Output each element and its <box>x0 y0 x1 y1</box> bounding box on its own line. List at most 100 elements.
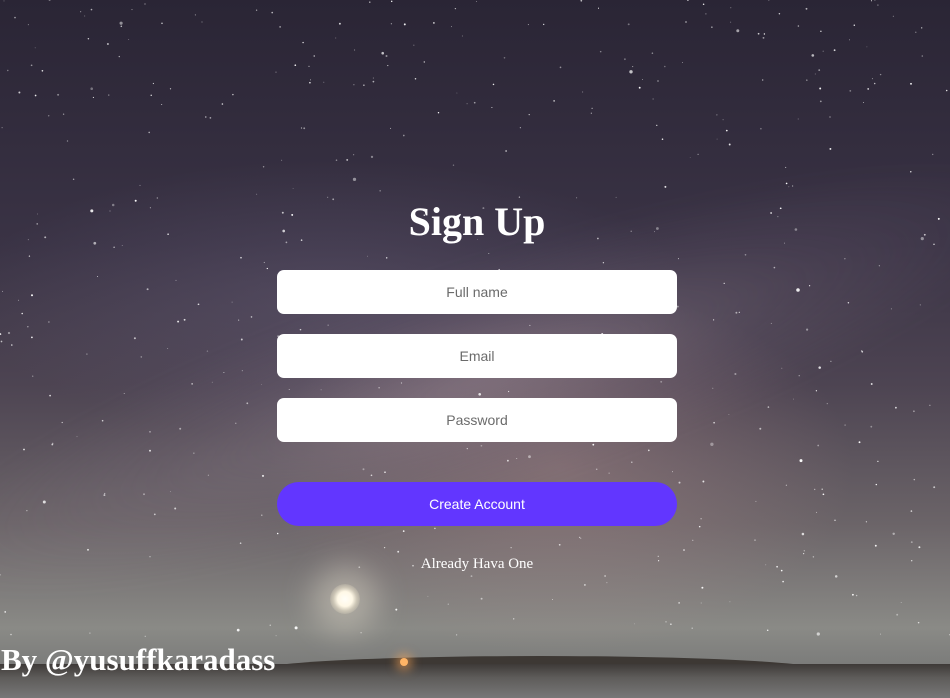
star <box>363 84 365 86</box>
email-input[interactable] <box>277 334 677 378</box>
star <box>89 632 91 634</box>
star <box>90 8 93 11</box>
star <box>627 23 630 26</box>
star <box>414 78 417 80</box>
star <box>796 288 800 292</box>
create-account-button[interactable]: Create Account <box>277 482 677 526</box>
star <box>910 82 912 85</box>
star <box>781 367 783 369</box>
star <box>149 207 151 209</box>
star <box>777 216 779 218</box>
star <box>624 58 626 61</box>
star <box>762 79 764 81</box>
star <box>352 177 357 182</box>
login-link[interactable]: Already Hava One <box>277 556 677 573</box>
star <box>505 150 507 152</box>
star <box>175 279 177 281</box>
star <box>776 565 778 568</box>
star <box>829 147 832 150</box>
star <box>140 356 143 358</box>
distant-light <box>400 658 408 666</box>
star <box>652 98 654 100</box>
star <box>294 64 297 67</box>
star <box>309 81 311 84</box>
star <box>664 185 667 188</box>
star <box>871 78 873 80</box>
star <box>656 124 658 126</box>
star <box>402 134 405 137</box>
star <box>120 25 123 28</box>
star <box>475 0 477 2</box>
author-credit: By @yusuffkaradass <box>1 642 276 677</box>
star <box>310 79 311 81</box>
star <box>221 103 224 105</box>
star <box>849 39 850 41</box>
star <box>80 11 82 13</box>
star <box>597 7 600 9</box>
star <box>275 71 277 73</box>
star <box>42 500 46 504</box>
star <box>292 188 294 189</box>
star <box>491 106 493 109</box>
star <box>874 0 876 1</box>
star <box>179 427 182 430</box>
star <box>844 258 846 260</box>
star <box>683 549 685 551</box>
star <box>48 0 51 2</box>
star <box>730 7 732 9</box>
star <box>820 30 822 32</box>
star <box>238 319 240 321</box>
star <box>97 276 99 277</box>
star <box>473 101 476 104</box>
signup-form: Sign Up Create Account Already Hava One <box>277 196 677 573</box>
star <box>61 421 63 424</box>
star <box>773 266 776 269</box>
star <box>716 138 718 140</box>
page-title: Sign Up <box>408 199 546 244</box>
star <box>119 21 123 25</box>
star <box>313 55 315 57</box>
star <box>867 87 870 90</box>
star <box>921 27 923 29</box>
star <box>821 488 823 491</box>
star <box>31 336 33 339</box>
star <box>281 159 283 161</box>
star <box>710 442 714 446</box>
star <box>915 31 917 33</box>
star <box>767 406 770 408</box>
star <box>62 113 65 115</box>
star <box>527 24 529 26</box>
star <box>910 559 913 562</box>
star <box>183 318 186 321</box>
star <box>913 478 916 481</box>
star <box>23 448 25 451</box>
star <box>877 460 879 463</box>
star <box>308 65 310 68</box>
star <box>256 193 258 195</box>
star <box>685 21 687 23</box>
star <box>762 36 765 39</box>
star <box>819 87 822 90</box>
star <box>246 402 249 405</box>
star <box>700 602 702 604</box>
star <box>207 474 210 476</box>
star <box>811 54 815 57</box>
star <box>826 403 828 405</box>
star <box>785 484 788 486</box>
star <box>390 127 392 129</box>
full-name-input[interactable] <box>277 270 677 314</box>
star <box>632 66 634 68</box>
star <box>692 539 694 541</box>
star <box>161 104 163 105</box>
star <box>28 255 31 257</box>
star <box>10 633 12 636</box>
star <box>354 49 356 51</box>
star <box>853 24 856 27</box>
star <box>712 319 715 321</box>
star <box>870 383 873 385</box>
star <box>1 127 3 129</box>
star <box>528 113 530 116</box>
password-input[interactable] <box>277 398 677 442</box>
star <box>90 209 94 213</box>
star <box>250 316 253 318</box>
